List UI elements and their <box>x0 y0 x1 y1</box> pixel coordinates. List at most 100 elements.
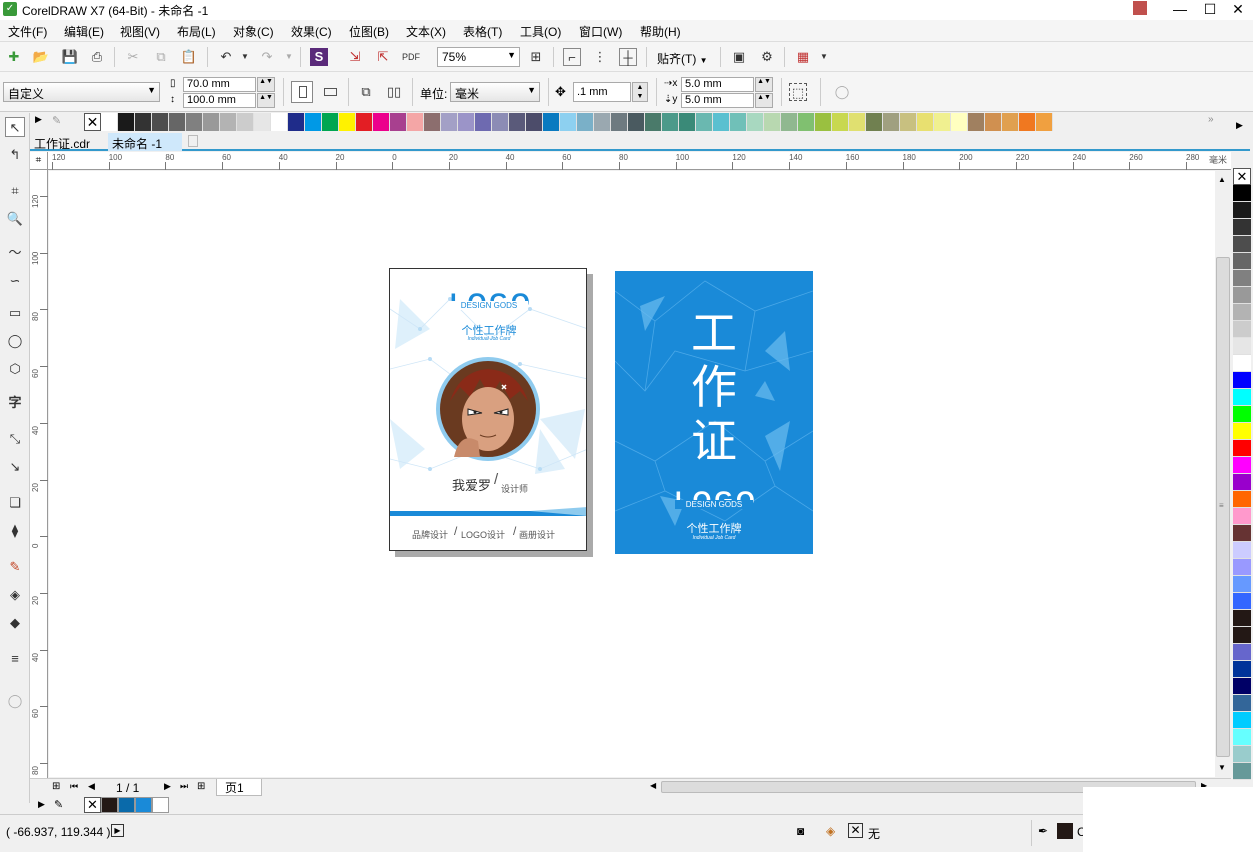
color-swatch[interactable] <box>526 113 543 131</box>
color-swatch[interactable] <box>135 113 152 131</box>
color-swatch[interactable] <box>441 113 458 131</box>
units-select[interactable]: 毫米 ▼ <box>450 82 540 102</box>
color-swatch[interactable] <box>1233 525 1251 542</box>
color-swatch[interactable] <box>696 113 713 131</box>
color-swatch[interactable] <box>1233 236 1251 253</box>
crop-tool-icon[interactable]: ⌗ <box>5 181 25 201</box>
color-swatch[interactable] <box>1233 474 1251 491</box>
application-launcher-icon[interactable]: ▦ <box>794 48 812 66</box>
close-button[interactable]: ✕ <box>1223 0 1253 20</box>
document-color-swatch[interactable] <box>135 797 152 813</box>
height-spinner[interactable]: ▲▼ <box>257 93 275 108</box>
all-pages-icon[interactable]: ⧉ <box>357 83 375 101</box>
color-swatch[interactable] <box>1233 253 1251 270</box>
color-swatch[interactable] <box>1233 712 1251 729</box>
color-swatch[interactable] <box>594 113 611 131</box>
current-page-icon[interactable]: ▯▯ <box>385 83 403 101</box>
color-swatch[interactable] <box>254 113 271 131</box>
add-page-before-icon[interactable]: ⊞ <box>52 781 60 792</box>
color-swatch[interactable] <box>1233 542 1251 559</box>
color-swatch[interactable] <box>1233 593 1251 610</box>
color-swatch[interactable] <box>1233 627 1251 644</box>
open-icon[interactable]: 📂 <box>32 48 50 66</box>
color-swatch[interactable] <box>985 113 1002 131</box>
color-swatch[interactable] <box>1233 729 1251 746</box>
smart-fill-icon[interactable]: ◆ <box>5 613 25 633</box>
page-width-field[interactable]: 70.0 mm <box>183 77 256 92</box>
color-swatch[interactable] <box>1233 321 1251 338</box>
color-swatch[interactable] <box>1233 576 1251 593</box>
color-swatch[interactable] <box>1233 270 1251 287</box>
color-swatch[interactable] <box>101 113 118 131</box>
redo-icon[interactable]: ↷ <box>258 48 276 66</box>
color-swatch[interactable] <box>288 113 305 131</box>
color-swatch[interactable] <box>356 113 373 131</box>
color-swatch[interactable] <box>458 113 475 131</box>
fill-icon[interactable]: ◈ <box>826 824 835 838</box>
color-swatch[interactable] <box>475 113 492 131</box>
color-swatch[interactable] <box>1233 508 1251 525</box>
color-swatch[interactable] <box>1233 610 1251 627</box>
save-icon[interactable]: 💾 <box>61 48 79 66</box>
last-page-icon[interactable]: ⏭ <box>180 781 188 792</box>
color-swatch[interactable] <box>968 113 985 131</box>
horizontal-ruler[interactable]: 毫米 120 100 80 60 40 20 0 20 40 60 80 100 120 140 160 18… <box>48 152 1231 170</box>
color-swatch[interactable] <box>611 113 628 131</box>
color-swatch[interactable] <box>390 113 407 131</box>
color-swatch[interactable] <box>679 113 696 131</box>
scroll-left-icon[interactable]: ◀ <box>650 781 656 790</box>
color-swatch[interactable] <box>1233 185 1251 202</box>
undo-dropdown-icon[interactable]: ▼ <box>236 48 254 66</box>
color-swatch[interactable] <box>560 113 577 131</box>
color-swatch[interactable] <box>798 113 815 131</box>
palette-expand-icon[interactable]: » <box>1208 114 1214 125</box>
color-swatch[interactable] <box>220 113 237 131</box>
color-swatch[interactable] <box>424 113 441 131</box>
outline-pen-icon[interactable]: ✒ <box>1038 824 1048 838</box>
freehand-tool-icon[interactable]: 〜 <box>5 243 25 263</box>
color-swatch[interactable] <box>1233 695 1251 712</box>
maximize-button[interactable]: ☐ <box>1195 0 1225 20</box>
print-icon[interactable]: ⎙ <box>88 48 106 66</box>
menu-view[interactable]: 视图(V) <box>120 23 160 40</box>
menu-bitmap[interactable]: 位图(B) <box>349 23 389 40</box>
scroll-down-icon[interactable]: ▼ <box>1218 763 1226 772</box>
color-swatch[interactable] <box>118 113 135 131</box>
document-color-swatch[interactable] <box>101 797 118 813</box>
page-tab-1[interactable]: 页1 <box>216 779 262 796</box>
color-swatch[interactable] <box>628 113 645 131</box>
redo-dropdown-icon[interactable]: ▼ <box>280 48 298 66</box>
color-swatch[interactable] <box>339 113 356 131</box>
menu-effects[interactable]: 效果(C) <box>291 23 332 40</box>
new-document-icon[interactable]: ✚ <box>5 48 23 66</box>
color-swatch[interactable] <box>1233 763 1251 780</box>
text-tool-icon[interactable]: 字 <box>5 393 25 413</box>
tab-document-2[interactable]: 未命名 -1 <box>108 133 182 151</box>
color-swatch[interactable] <box>1233 389 1251 406</box>
new-tab-icon[interactable] <box>188 135 198 147</box>
paste-icon[interactable]: 📋 <box>180 48 198 66</box>
color-swatch[interactable] <box>543 113 560 131</box>
color-proofing-icon[interactable]: ◙ <box>797 824 804 838</box>
publish-pdf-icon[interactable]: PDF <box>402 48 420 66</box>
artistic-media-icon[interactable]: ∽ <box>5 271 25 291</box>
import-icon[interactable]: ⇲ <box>346 48 364 66</box>
previous-page-icon[interactable]: ◀ <box>88 781 95 792</box>
add-page-after-icon[interactable]: ⊞ <box>197 781 205 792</box>
zoom-level-select[interactable]: 75% ▼ <box>437 47 520 67</box>
color-swatch[interactable] <box>1233 661 1251 678</box>
palette-scroll-right-icon[interactable]: ▶ <box>1236 120 1243 131</box>
palette-scroll-left-icon[interactable]: ▶ <box>35 114 42 125</box>
color-swatch[interactable] <box>730 113 747 131</box>
vertical-scrollbar[interactable]: ▲ ≡ ▼ <box>1215 171 1231 777</box>
export-icon[interactable]: ⇱ <box>374 48 392 66</box>
color-swatch[interactable] <box>781 113 798 131</box>
color-swatch[interactable] <box>271 113 288 131</box>
page-height-field[interactable]: 100.0 mm <box>183 93 256 108</box>
options-icon[interactable]: ⚙ <box>758 48 776 66</box>
color-swatch[interactable] <box>1036 113 1053 131</box>
color-swatch[interactable] <box>1233 423 1251 440</box>
color-swatch[interactable] <box>1002 113 1019 131</box>
user-icon[interactable] <box>1133 1 1147 15</box>
color-swatch[interactable] <box>713 113 730 131</box>
